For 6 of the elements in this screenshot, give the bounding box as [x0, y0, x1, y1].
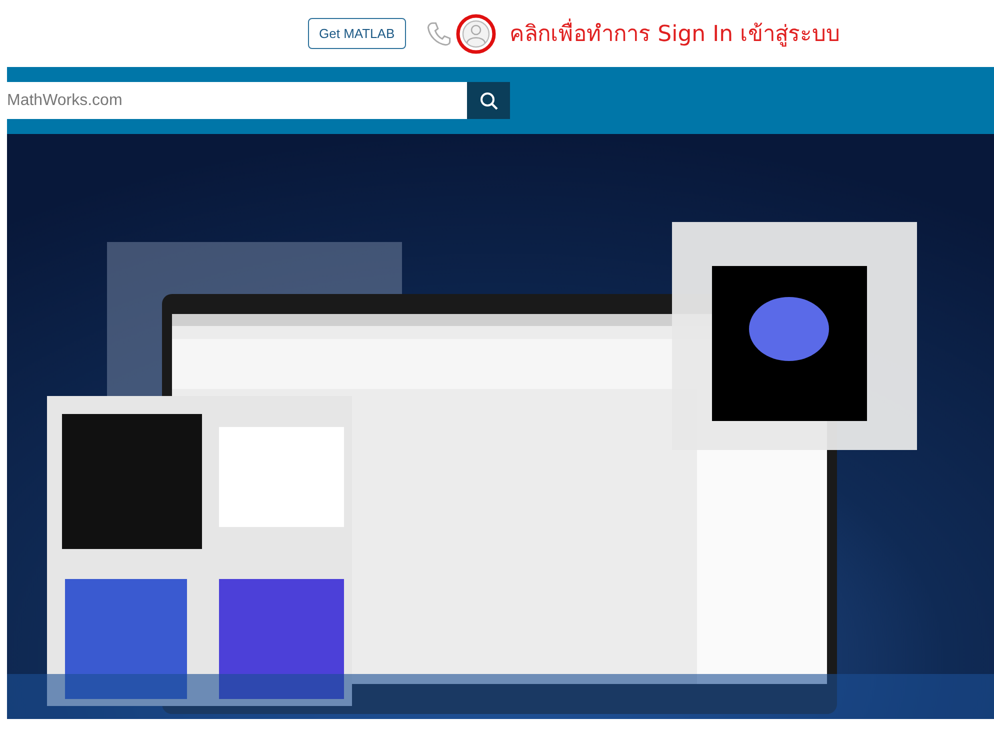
search-icon — [478, 90, 498, 110]
get-matlab-button[interactable]: Get MATLAB — [308, 18, 406, 49]
user-account-icon[interactable] — [456, 14, 496, 54]
search-button[interactable] — [467, 82, 510, 119]
sign-in-annotation: คลิกเพื่อทำการ Sign In เข้าสู่ระบบ — [510, 16, 840, 51]
search-field[interactable]: MathWorks.com — [7, 82, 467, 119]
